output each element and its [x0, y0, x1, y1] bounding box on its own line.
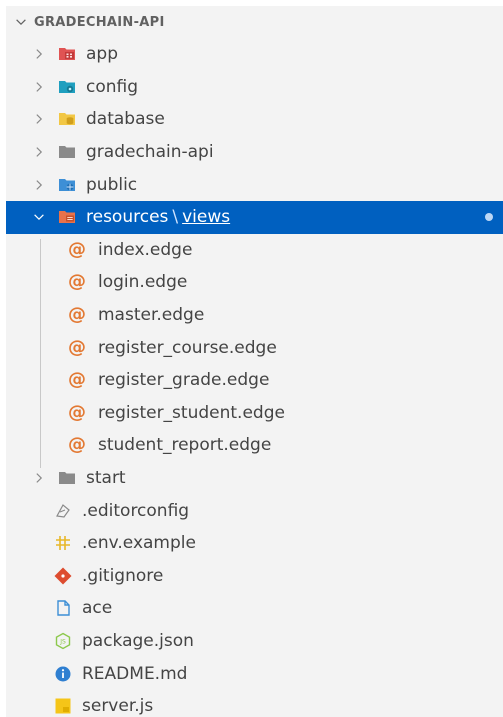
compact-subfolder-link[interactable]: views [182, 207, 230, 227]
tree-item-gradechain-api[interactable]: gradechain-api [6, 136, 503, 169]
chevron-right-icon [36, 114, 43, 125]
tree-item-env-example[interactable]: .env.example [6, 527, 503, 560]
tree-item-label: .env.example [82, 533, 196, 554]
chevron-down-icon [16, 19, 26, 26]
folder-app-icon [59, 48, 75, 61]
tree-item-label: register_student.edge [98, 402, 285, 423]
edge-template-icon: @ [68, 271, 86, 293]
tree-item-label: student_report.edge [98, 435, 272, 456]
chevron-right-icon [36, 82, 43, 92]
root-folder-label: GRADECHAIN-API [34, 14, 165, 30]
tree-item-label: register_grade.edge [98, 370, 270, 391]
chevron-right-icon [36, 49, 43, 60]
folder-database-icon [59, 113, 75, 126]
tree-item-app[interactable]: app [6, 38, 503, 71]
edge-template-icon: @ [68, 336, 86, 358]
git-icon [54, 567, 72, 585]
nodejs-icon: JS [55, 632, 71, 650]
edge-template-icon: @ [68, 369, 86, 391]
folder-icon [59, 472, 75, 485]
tree-item-label: database [86, 109, 165, 130]
tree-item-start[interactable]: start [6, 462, 503, 495]
chevron-right-icon [36, 179, 43, 190]
chevron-right-icon [36, 147, 43, 157]
tree-item-ace[interactable]: ace [6, 592, 503, 625]
chevron-right-icon [36, 473, 43, 483]
tree-item-student-report-edge[interactable]: @ student_report.edge [6, 429, 503, 462]
tree-item-server-js[interactable]: server.js [6, 690, 503, 717]
tree-item-label: index.edge [98, 239, 193, 260]
info-icon [55, 666, 71, 682]
tree-item-database[interactable]: database [6, 103, 503, 136]
tree-item-gitignore[interactable]: .gitignore [6, 560, 503, 593]
tree-item-login-edge[interactable]: @ login.edge [6, 266, 503, 299]
folder-config-icon [59, 80, 75, 93]
tree-item-label: README.md [82, 663, 188, 684]
edge-template-icon: @ [68, 434, 86, 456]
tree-item-label: public [86, 174, 138, 195]
tree-item-master-edge[interactable]: @ master.edge [6, 299, 503, 332]
javascript-icon [55, 698, 71, 714]
tree-item-resources-views[interactable]: resources \ views [6, 200, 503, 234]
tree-item-register-student-edge[interactable]: @ register_student.edge [6, 397, 503, 430]
indent-guide [40, 239, 41, 468]
path-separator: \ [172, 207, 179, 228]
file-explorer: GRADECHAIN-API app config database grade… [6, 6, 503, 717]
chevron-down-icon [34, 214, 44, 221]
tree-item-public[interactable]: public [6, 168, 503, 201]
env-icon [56, 536, 70, 551]
modified-dot-indicator [485, 213, 493, 222]
folder-public-icon [59, 178, 75, 191]
tree-item-editorconfig[interactable]: .editorconfig [6, 494, 503, 527]
tree-item-label: config [86, 76, 139, 97]
tree-item-label: app [86, 44, 118, 65]
tree-item-config[interactable]: config [6, 71, 503, 104]
tree-item-label: register_course.edge [98, 337, 277, 358]
tree-item-label: .editorconfig [82, 500, 190, 521]
tree-item-register-grade-edge[interactable]: @ register_grade.edge [6, 364, 503, 397]
tree-item-label: login.edge [98, 272, 188, 293]
edge-template-icon: @ [68, 304, 86, 326]
tree-item-label: package.json [82, 630, 194, 651]
tree-item-label: ace [82, 598, 113, 619]
edge-template-icon: @ [68, 238, 86, 260]
folder-resources-icon [59, 211, 75, 224]
edge-template-icon: @ [68, 401, 86, 423]
tree-item-register-course-edge[interactable]: @ register_course.edge [6, 331, 503, 364]
tree-item-label: start [86, 468, 126, 489]
explorer-root[interactable]: GRADECHAIN-API [6, 6, 503, 38]
tree-item-label: server.js [82, 696, 154, 717]
tree-item-index-edge[interactable]: @ index.edge [6, 234, 503, 267]
tree-item-readme-md[interactable]: README.md [6, 657, 503, 690]
svg-text:JS: JS [59, 638, 66, 645]
tree-item-label: resources [86, 207, 169, 228]
tree-item-package-json[interactable]: JS package.json [6, 625, 503, 658]
tree-item-label: master.edge [98, 305, 205, 326]
editorconfig-icon [56, 503, 70, 518]
tree-item-label: gradechain-api [86, 142, 214, 163]
file-icon [57, 600, 70, 617]
tree-item-label: .gitignore [82, 565, 164, 586]
folder-icon [59, 146, 75, 159]
